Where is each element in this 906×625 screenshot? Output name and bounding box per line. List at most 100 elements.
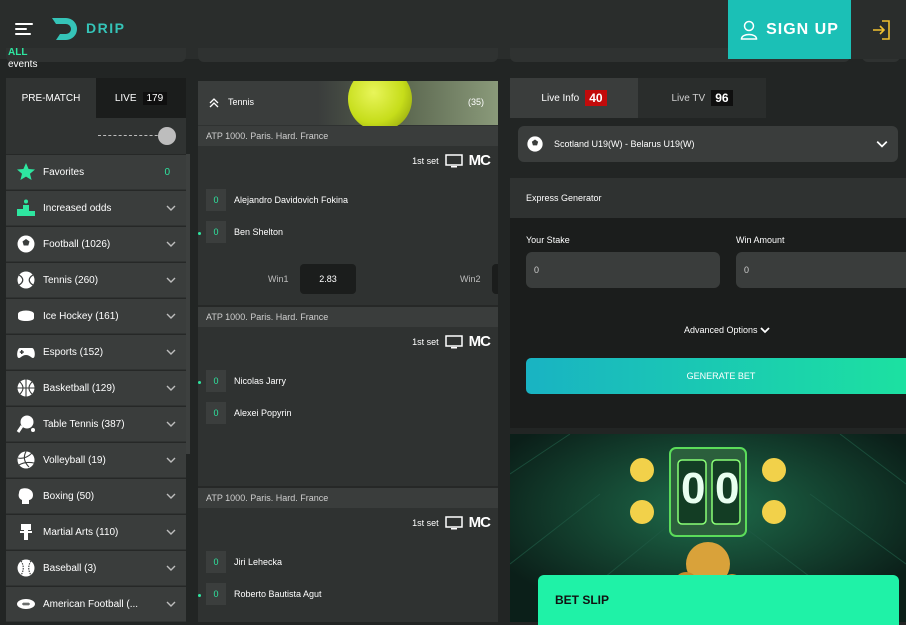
events-label: events xyxy=(8,59,38,70)
player-row[interactable]: 0 Alejandro Davidovich Fokina xyxy=(206,189,348,211)
chevron-down-icon xyxy=(759,327,770,334)
match-status: 1st set MC xyxy=(412,333,491,350)
stake-label: Your Stake xyxy=(526,235,570,245)
match-select-dropdown[interactable]: Scotland U19(W) - Belarus U19(W) xyxy=(518,126,898,162)
player-name: Ben Shelton xyxy=(234,227,284,237)
sidebar-item-label: Boxing (50) xyxy=(43,490,95,502)
tab-pre-match[interactable]: PRE-MATCH xyxy=(6,78,96,118)
promo-digit: 0 xyxy=(681,464,706,513)
user-icon xyxy=(740,20,758,40)
win-amount-value: 0 xyxy=(744,265,750,275)
match-center-button[interactable]: MC xyxy=(469,152,491,169)
login-icon xyxy=(872,19,890,40)
serve-indicator xyxy=(198,381,201,384)
live-count-badge: 179 xyxy=(142,91,168,105)
sidebar-item-label: Esports (152) xyxy=(43,346,104,358)
sidebar-item-tennis[interactable]: Tennis (260) xyxy=(6,262,186,297)
stake-input[interactable]: 0 xyxy=(526,252,720,288)
login-button[interactable] xyxy=(855,0,906,59)
sidebar-item-baseball[interactable]: Baseball (3) xyxy=(6,550,186,585)
sidebar-item-american-football[interactable]: American Football (... xyxy=(6,586,186,621)
sidebar-item-ice-hockey[interactable]: Ice Hockey (161) xyxy=(6,298,186,333)
volleyball-icon xyxy=(16,450,36,470)
sidebar-item-label: Ice Hockey (161) xyxy=(43,310,119,322)
tv-icon[interactable] xyxy=(444,153,463,168)
football-icon xyxy=(16,234,36,254)
sidebar-item-label: Football (1026) xyxy=(43,238,111,250)
sign-up-button[interactable]: SIGN UP xyxy=(728,0,851,59)
tab-pre-match-label: PRE-MATCH xyxy=(21,92,81,104)
player-score: 0 xyxy=(206,551,226,573)
tennis-ball-icon xyxy=(16,270,36,290)
win-amount-input[interactable]: 0 xyxy=(736,252,906,288)
chevron-down-icon xyxy=(166,241,176,247)
player-score: 0 xyxy=(206,221,226,243)
player-row[interactable]: 0 Jiri Lehecka xyxy=(206,551,282,573)
player-name: Roberto Bautista Agut xyxy=(234,589,322,599)
sidebar-item-favorites[interactable]: Favorites 0 xyxy=(6,154,186,189)
baseball-icon xyxy=(16,558,36,578)
menu-icon[interactable] xyxy=(15,21,33,37)
tab-live[interactable]: LIVE 179 xyxy=(96,78,186,118)
match-center-button[interactable]: MC xyxy=(469,333,491,350)
basketball-icon xyxy=(16,378,36,398)
set-label: 1st set xyxy=(412,517,439,528)
tab-live-label: LIVE xyxy=(114,92,137,104)
sidebar-item-table-tennis[interactable]: Table Tennis (387) xyxy=(6,406,186,441)
sidebar-item-martial-arts[interactable]: Martial Arts (110) xyxy=(6,514,186,549)
live-events-list: Tennis (35) ATP 1000. Paris. Hard. Franc… xyxy=(198,81,498,622)
tv-icon[interactable] xyxy=(444,334,463,349)
brand-name: DRIP xyxy=(86,20,126,36)
chevron-down-icon xyxy=(166,385,176,391)
generate-bet-button[interactable]: GENERATE BET xyxy=(526,358,906,394)
sidebar-item-label: Increased odds xyxy=(43,202,112,214)
win-amount-label: Win Amount xyxy=(736,235,785,245)
all-events-label: ALL xyxy=(8,47,28,58)
player-row[interactable]: 0 Nicolas Jarry xyxy=(206,370,286,392)
tv-icon[interactable] xyxy=(444,515,463,530)
bet-slip-label: BET SLIP xyxy=(555,593,610,607)
tab-live-tv[interactable]: Live TV 96 xyxy=(638,78,766,118)
express-generator-panel: Express Generator Your Stake 0 Win Amoun… xyxy=(510,178,906,428)
sidebar-item-basketball[interactable]: Basketball (129) xyxy=(6,370,186,405)
sidebar-item-football[interactable]: Football (1026) xyxy=(6,226,186,261)
sidebar-item-volleyball[interactable]: Volleyball (19) xyxy=(6,442,186,477)
player-row[interactable]: 0 Alexei Popyrin xyxy=(206,402,292,424)
live-info-count-badge: 40 xyxy=(585,90,607,106)
sidebar-item-label: Table Tennis (387) xyxy=(43,418,125,430)
player-name: Nicolas Jarry xyxy=(234,376,287,386)
favorites-count: 0 xyxy=(164,166,170,178)
sidebar-item-boxing[interactable]: Boxing (50) xyxy=(6,478,186,513)
right-panel: Live Info 40 Live TV 96 Scotland U19(W) … xyxy=(510,78,906,625)
express-title: Express Generator xyxy=(526,193,602,203)
win1-odds-button[interactable]: 2.83 xyxy=(300,264,356,294)
serve-indicator xyxy=(198,594,201,597)
chevron-down-icon xyxy=(876,141,888,148)
advanced-options-toggle[interactable]: Advanced Options xyxy=(684,325,770,335)
tab-live-info[interactable]: Live Info 40 xyxy=(510,78,638,118)
player-name: Jiri Lehecka xyxy=(234,557,283,567)
hockey-puck-icon xyxy=(16,306,36,326)
stake-value: 0 xyxy=(534,265,540,275)
sidebar-item-label: Volleyball (19) xyxy=(43,454,106,466)
events-slider-knob[interactable] xyxy=(158,127,176,145)
serve-indicator xyxy=(198,232,201,235)
player-row[interactable]: 0 Ben Shelton xyxy=(206,221,283,243)
player-name: Alejandro Davidovich Fokina xyxy=(234,195,349,205)
chevron-down-icon xyxy=(166,457,176,463)
player-name: Alexei Popyrin xyxy=(234,408,292,418)
sidebar-item-increased-odds[interactable]: Increased odds xyxy=(6,190,186,225)
sport-header-tennis[interactable]: Tennis (35) xyxy=(198,81,498,131)
sign-up-label: SIGN UP xyxy=(766,20,839,38)
sidebar-scrollbar[interactable] xyxy=(186,154,190,454)
generate-bet-label: GENERATE BET xyxy=(686,371,756,381)
chevron-down-icon xyxy=(166,565,176,571)
tab-live-tv-label: Live TV xyxy=(671,92,706,104)
sidebar-item-label: Baseball (3) xyxy=(43,562,97,574)
player-row[interactable]: 0 Roberto Bautista Agut xyxy=(206,583,322,605)
win2-odds-button[interactable] xyxy=(492,264,498,294)
drip-logo-icon xyxy=(52,18,77,40)
sidebar-item-esports[interactable]: Esports (152) xyxy=(6,334,186,369)
bet-slip-toggle[interactable]: BET SLIP xyxy=(538,575,899,625)
match-center-button[interactable]: MC xyxy=(469,514,491,531)
